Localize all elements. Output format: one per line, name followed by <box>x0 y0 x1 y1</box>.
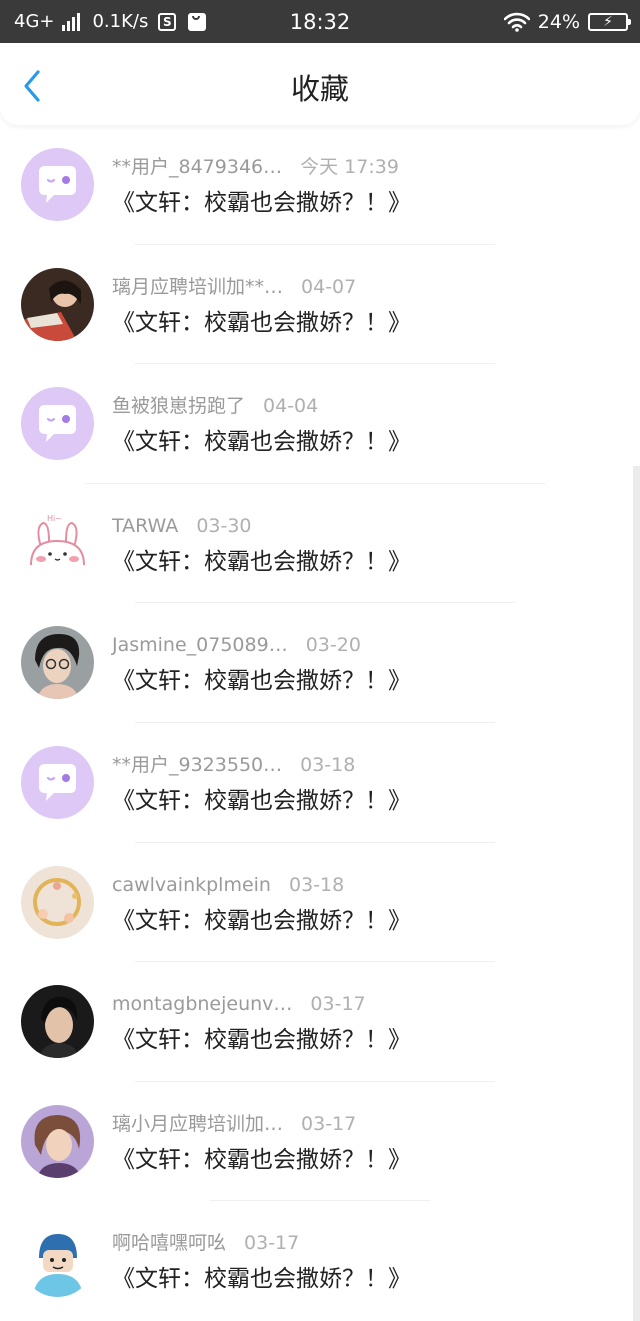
item-meta: 啊哈嘻嘿呵吆 03-17 <box>112 1231 299 1255</box>
battery-percent: 24% <box>537 11 580 33</box>
chat-bubble-avatar-icon <box>21 148 94 221</box>
username: TARWA <box>112 514 179 537</box>
date: 03-20 <box>305 634 361 657</box>
cartoon-avatar-icon <box>21 1224 94 1298</box>
photo-avatar-icon <box>21 865 94 939</box>
date: 03-18 <box>300 753 356 776</box>
item-meta: **用户_8479346… 今天 17:39 <box>112 155 399 179</box>
photo-avatar-icon <box>21 267 94 341</box>
username: montagbnejeunv… <box>112 993 293 1016</box>
book-title: 《文轩：校霸也会撒娇？！》 <box>112 309 411 336</box>
item-meta: cawlvainkplmein 03-18 <box>112 873 344 897</box>
item-meta: Jasmine_075089… 03-20 <box>112 633 361 657</box>
battery-icon: ⚡ <box>588 13 631 31</box>
status-right: 24% ⚡ <box>503 9 631 35</box>
date: 03-17 <box>301 1112 357 1135</box>
username: Jasmine_075089… <box>112 634 288 657</box>
item-meta: TARWA 03-30 <box>112 514 252 538</box>
date: 今天 17:39 <box>300 156 399 178</box>
username: cawlvainkplmein <box>112 873 271 896</box>
book-title: 《文轩：校霸也会撒娇？！》 <box>112 1027 411 1054</box>
list-item[interactable]: 璃小月应聘培训加… 03-17 《文轩：校霸也会撒娇？！》 <box>0 1082 640 1202</box>
list-item[interactable]: cawlvainkplmein 03-18 《文轩：校霸也会撒娇？！》 <box>0 843 640 963</box>
date: 04-07 <box>301 275 357 298</box>
scrollbar[interactable] <box>633 466 640 1321</box>
list-item[interactable]: montagbnejeunv… 03-17 《文轩：校霸也会撒娇？！》 <box>0 962 640 1082</box>
avatar[interactable] <box>21 387 94 461</box>
avatar[interactable] <box>21 1104 94 1178</box>
photo-avatar-icon <box>21 626 94 700</box>
list-item[interactable]: Jasmine_075089… 03-20 《文轩：校霸也会撒娇？！》 <box>0 603 640 723</box>
username: **用户_8479346… <box>112 156 283 178</box>
date: 03-17 <box>244 1232 300 1255</box>
list-item[interactable]: 鱼被狼崽拐跑了 04-04 《文轩：校霸也会撒娇？！》 <box>0 364 640 484</box>
page-title: 收藏 <box>290 72 349 106</box>
avatar[interactable] <box>21 865 94 939</box>
avatar[interactable]: Hi~ <box>21 506 94 580</box>
item-meta: 璃月应聘培训加**… 04-07 <box>112 275 356 299</box>
svg-text:Hi~: Hi~ <box>47 514 62 523</box>
book-title: 《文轩：校霸也会撒娇？！》 <box>112 668 411 695</box>
nav-bar: 收藏 <box>0 43 640 125</box>
avatar[interactable] <box>21 267 94 341</box>
item-meta: 璃小月应聘培训加… 03-17 <box>112 1112 356 1136</box>
avatar[interactable] <box>21 985 94 1059</box>
username: **用户_9323550… <box>112 753 283 776</box>
avatar[interactable] <box>21 626 94 700</box>
avatar[interactable] <box>21 148 94 221</box>
username: 璃小月应聘培训加… <box>112 1112 284 1135</box>
username: 璃月应聘培训加**… <box>112 275 284 298</box>
date: 03-17 <box>310 993 366 1016</box>
wifi-icon <box>503 12 530 32</box>
avatar[interactable] <box>21 1224 94 1298</box>
list-item[interactable]: **用户_9323550… 03-18 《文轩：校霸也会撒娇？！》 <box>0 723 640 843</box>
status-bar: 4G+ 0.1K/s S 18:32 24% ⚡ <box>0 0 640 43</box>
date: 03-30 <box>196 514 252 537</box>
item-meta: **用户_9323550… 03-18 <box>112 753 355 777</box>
book-title: 《文轩：校霸也会撒娇？！》 <box>112 1266 411 1293</box>
favorites-list: **用户_8479346… 今天 17:39 《文轩：校霸也会撒娇？！》 璃月应聘… <box>0 125 640 1321</box>
list-item[interactable]: Hi~ TARWA 03-30 《文轩：校霸也会撒娇？！》 <box>0 484 640 604</box>
illustration-avatar-icon <box>21 1104 94 1178</box>
list-item[interactable]: 璃月应聘培训加**… 04-07 《文轩：校霸也会撒娇？！》 <box>0 245 640 365</box>
book-title: 《文轩：校霸也会撒娇？！》 <box>112 548 411 575</box>
chat-bubble-avatar-icon <box>21 387 94 461</box>
book-title: 《文轩：校霸也会撒娇？！》 <box>112 190 411 216</box>
item-meta: 鱼被狼崽拐跑了 04-04 <box>112 394 318 418</box>
bunny-avatar-icon: Hi~ <box>21 506 94 580</box>
list-item[interactable]: 啊哈嘻嘿呵吆 03-17 《文轩：校霸也会撒娇？！》 <box>0 1201 640 1321</box>
chat-bubble-avatar-icon <box>21 745 94 819</box>
book-title: 《文轩：校霸也会撒娇？！》 <box>112 429 411 456</box>
book-title: 《文轩：校霸也会撒娇？！》 <box>112 907 411 934</box>
book-title: 《文轩：校霸也会撒娇？！》 <box>112 787 411 814</box>
book-title: 《文轩：校霸也会撒娇？！》 <box>112 1146 411 1173</box>
date: 03-18 <box>288 873 345 896</box>
list-item[interactable]: **用户_8479346… 今天 17:39 《文轩：校霸也会撒娇？！》 <box>0 125 640 245</box>
date: 04-04 <box>263 395 319 418</box>
username: 鱼被狼崽拐跑了 <box>112 395 246 418</box>
avatar[interactable] <box>21 745 94 819</box>
username: 啊哈嘻嘿呵吆 <box>112 1232 227 1255</box>
photo-avatar-icon <box>21 985 94 1059</box>
item-meta: montagbnejeunv… 03-17 <box>112 992 366 1016</box>
